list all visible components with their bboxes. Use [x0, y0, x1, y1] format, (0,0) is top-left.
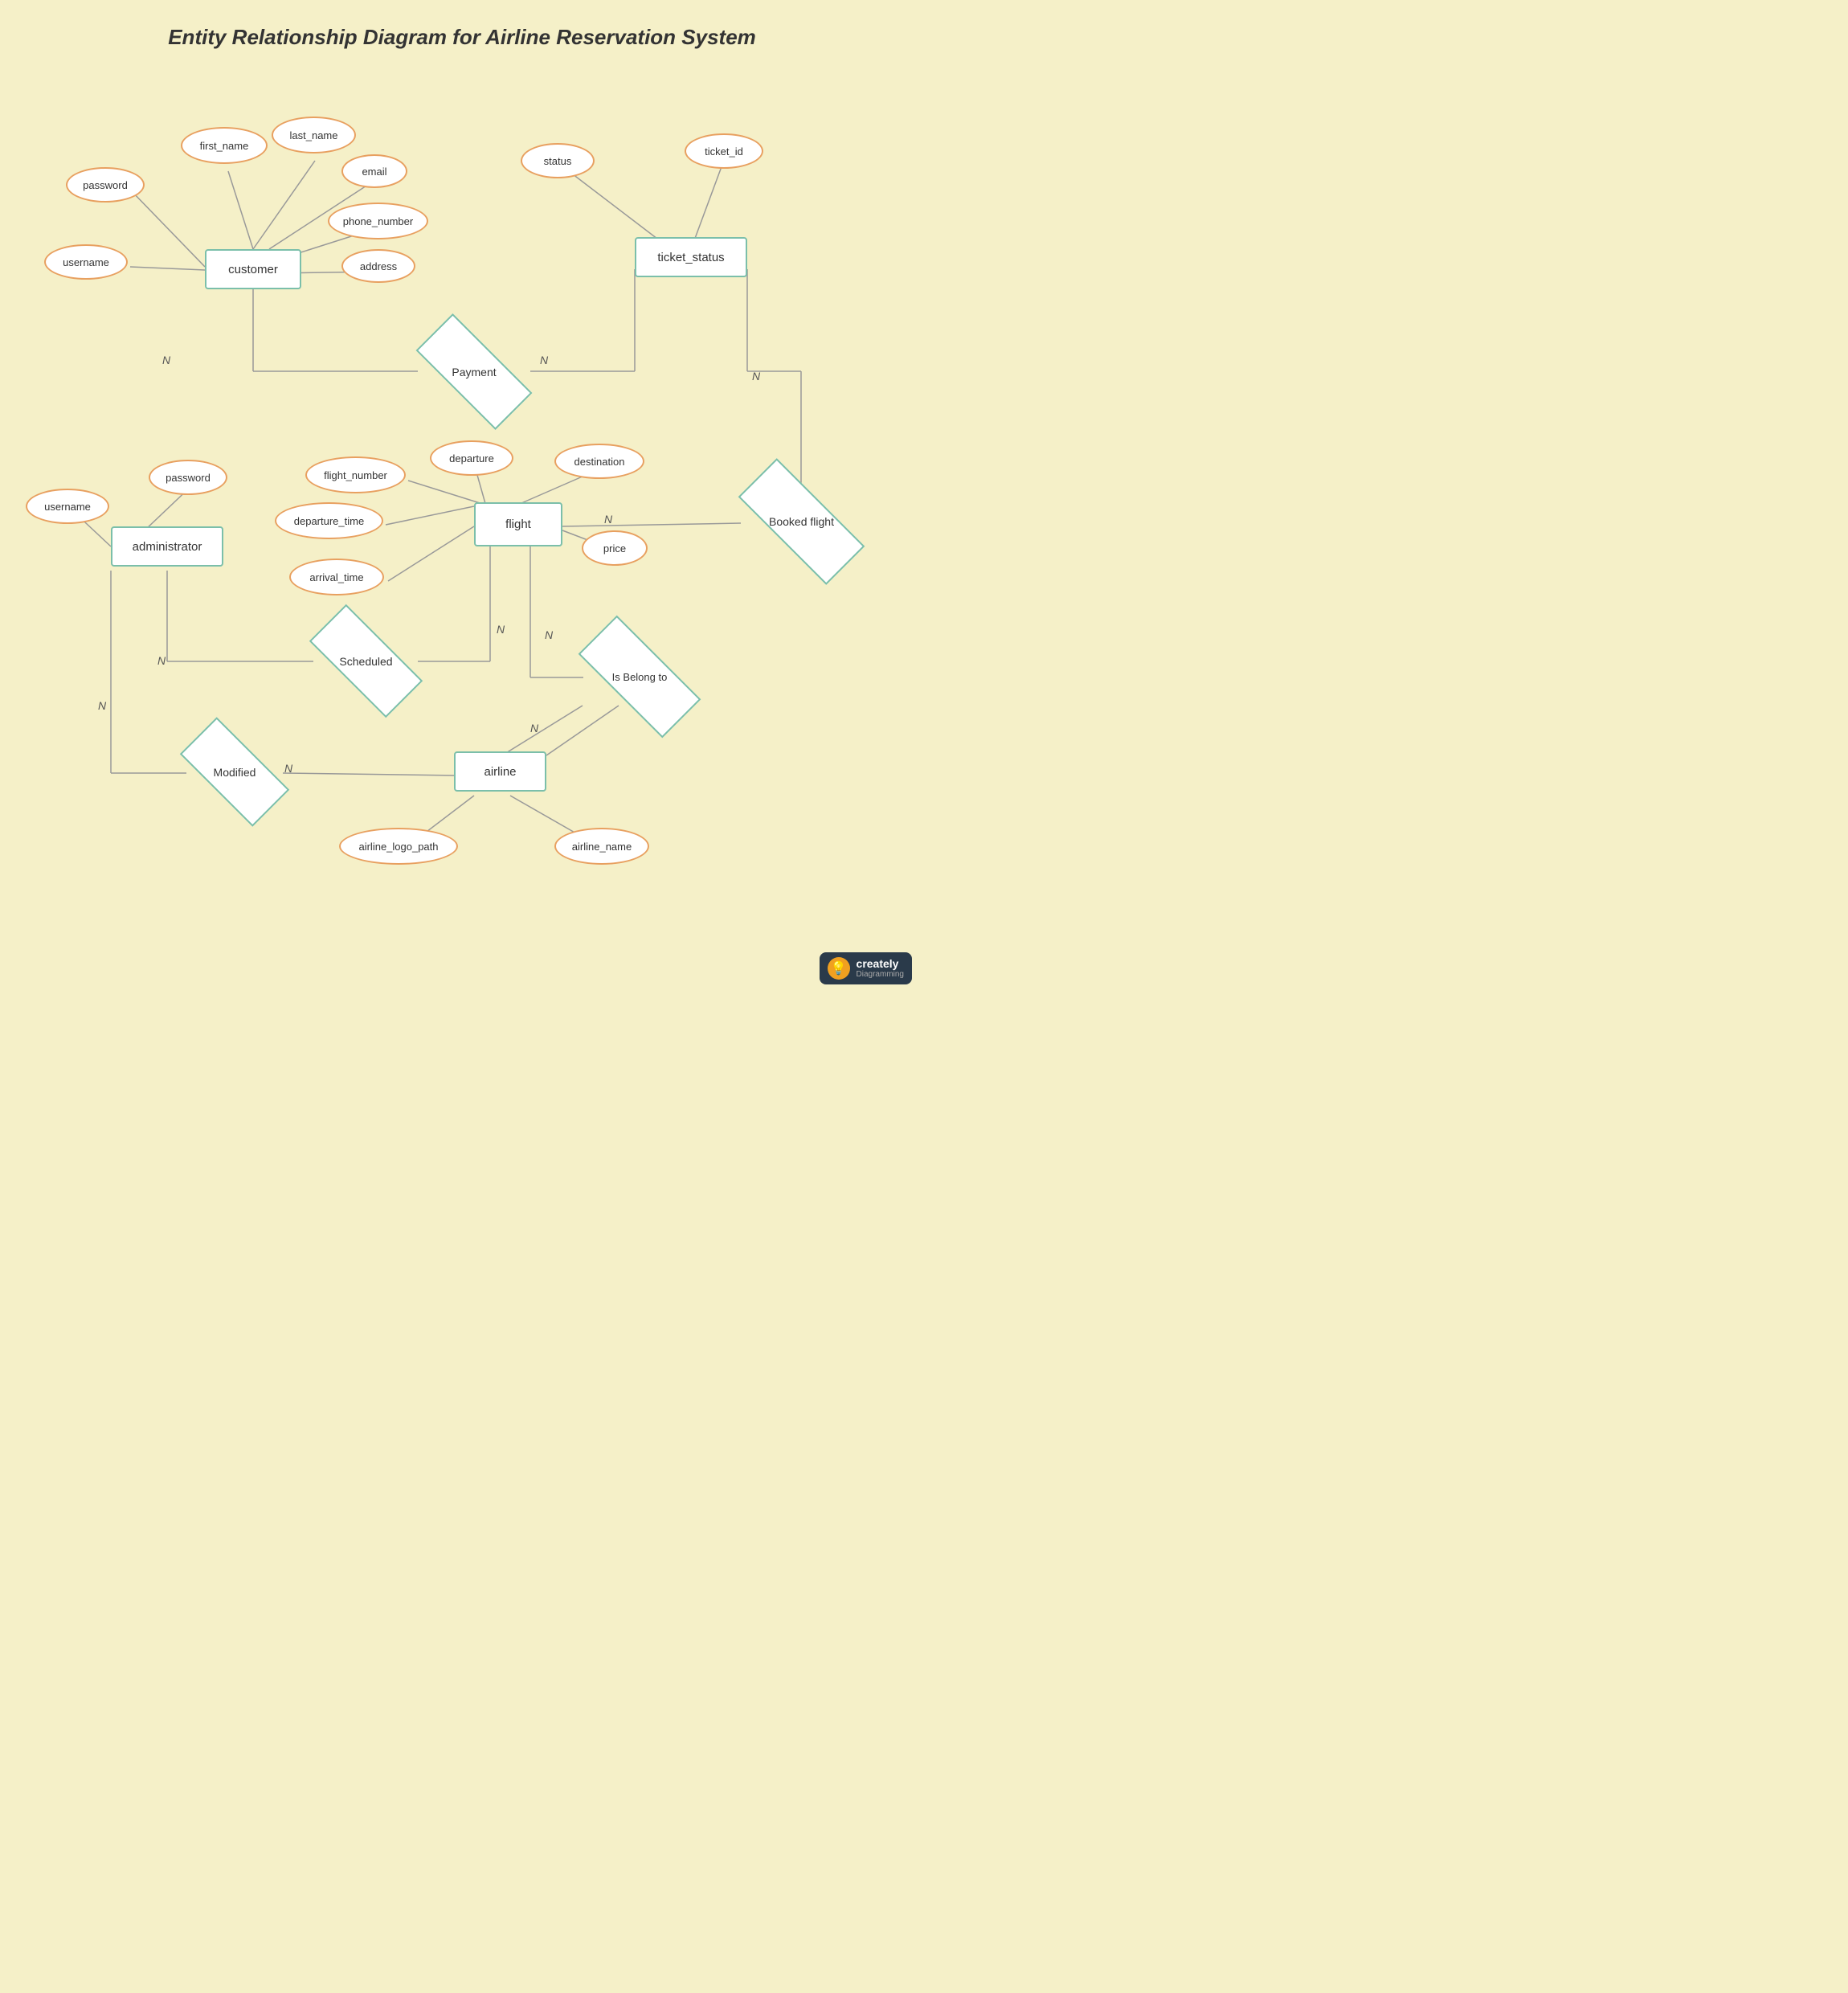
attr-password-admin: password — [149, 460, 227, 495]
rel-is-belong-to: Is Belong to — [580, 649, 699, 704]
rel-payment: Payment — [418, 346, 530, 398]
attr-first-name: first_name — [181, 127, 268, 164]
attr-last-name: last_name — [272, 117, 356, 153]
n-label-admin-scheduled: N — [157, 654, 166, 667]
attr-destination: destination — [554, 444, 644, 479]
watermark-name: creately — [857, 958, 904, 970]
attr-password-customer: password — [66, 167, 145, 203]
attr-departure: departure — [430, 440, 513, 476]
entity-customer: customer — [205, 249, 301, 289]
watermark-icon: 💡 — [828, 957, 850, 980]
n-label-customer-payment: N — [162, 354, 170, 366]
n-label-modified-airline: N — [284, 762, 292, 775]
n-label-flight-booked: N — [604, 513, 612, 526]
attr-arrival-time: arrival_time — [289, 559, 384, 595]
attr-ticket-id: ticket_id — [685, 133, 763, 169]
attr-airline-logo-path: airline_logo_path — [339, 828, 458, 865]
n-label-admin-modified: N — [98, 699, 106, 712]
attr-username-customer: username — [44, 244, 128, 280]
attr-status: status — [521, 143, 595, 178]
attr-email: email — [341, 154, 407, 188]
entity-administrator: administrator — [111, 526, 223, 567]
n-label-ticketstatus-booked: N — [752, 370, 760, 383]
entity-ticket-status: ticket_status — [635, 237, 747, 277]
watermark: 💡 creately Diagramming — [820, 952, 912, 984]
rel-scheduled: Scheduled — [312, 635, 420, 687]
page-title: Entity Relationship Diagram for Airline … — [0, 0, 924, 59]
diagram-page: Entity Relationship Diagram for Airline … — [0, 0, 924, 996]
rel-modified: Modified — [183, 746, 286, 798]
n-label-flight-scheduled: N — [497, 623, 505, 636]
attr-username-admin: username — [26, 489, 109, 524]
attr-phone-number: phone_number — [328, 203, 428, 239]
attr-address: address — [341, 249, 415, 283]
attr-price: price — [582, 530, 648, 566]
watermark-sub: Diagramming — [857, 970, 904, 979]
entity-airline: airline — [454, 751, 546, 792]
entity-flight: flight — [474, 502, 562, 546]
attr-departure-time: departure_time — [275, 502, 383, 539]
attr-airline-name: airline_name — [554, 828, 649, 865]
n-label-airline-isbelongto: N — [530, 722, 538, 735]
attr-flight-number: flight_number — [305, 456, 406, 493]
n-label-flight-isbelongto: N — [545, 628, 553, 641]
rel-booked-flight: Booked flight — [739, 494, 864, 549]
n-label-ticketstatus-payment: N — [540, 354, 548, 366]
